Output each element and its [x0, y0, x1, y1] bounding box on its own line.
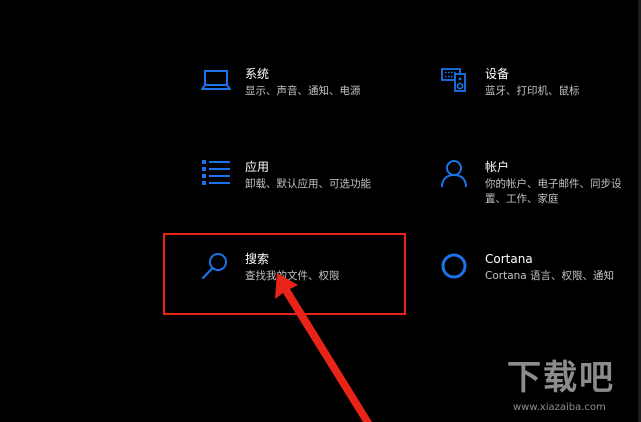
settings-tile-apps[interactable]: 应用 卸载、默认应用、可选功能: [200, 160, 420, 216]
cortana-circle-icon: [440, 252, 474, 286]
system-title: 系统: [245, 67, 270, 81]
laptop-icon: [200, 67, 234, 101]
cortana-description: Cortana 语言、权限、通知: [485, 270, 615, 282]
person-icon: [440, 160, 474, 194]
system-description: 显示、声音、通知、电源: [245, 85, 361, 97]
watermark-url: www.xiazaiba.com: [513, 402, 606, 413]
settings-tile-devices[interactable]: 设备 蓝牙、打印机、鼠标: [440, 67, 641, 123]
app-list-icon: [200, 160, 234, 194]
search-highlight-box: [163, 233, 406, 315]
apps-description: 卸载、默认应用、可选功能: [245, 178, 371, 190]
cortana-title: Cortana: [485, 252, 533, 266]
watermark-text: 下载吧: [507, 358, 615, 398]
devices-description: 蓝牙、打印机、鼠标: [485, 85, 580, 97]
devices-title: 设备: [485, 67, 510, 81]
settings-tile-system[interactable]: 系统 显示、声音、通知、电源: [200, 67, 420, 123]
keyboard-speaker-icon: [440, 67, 474, 101]
accounts-description: 你的帐户、电子邮件、同步设 置、工作、家庭: [485, 178, 622, 205]
accounts-title: 帐户: [485, 160, 510, 174]
settings-tile-accounts[interactable]: 帐户 你的帐户、电子邮件、同步设 置、工作、家庭: [440, 160, 641, 216]
apps-title: 应用: [245, 160, 270, 174]
watermark-logo: 下载吧 www.xiazaiba.com: [505, 358, 635, 418]
settings-tile-cortana[interactable]: Cortana Cortana 语言、权限、通知: [440, 252, 641, 308]
